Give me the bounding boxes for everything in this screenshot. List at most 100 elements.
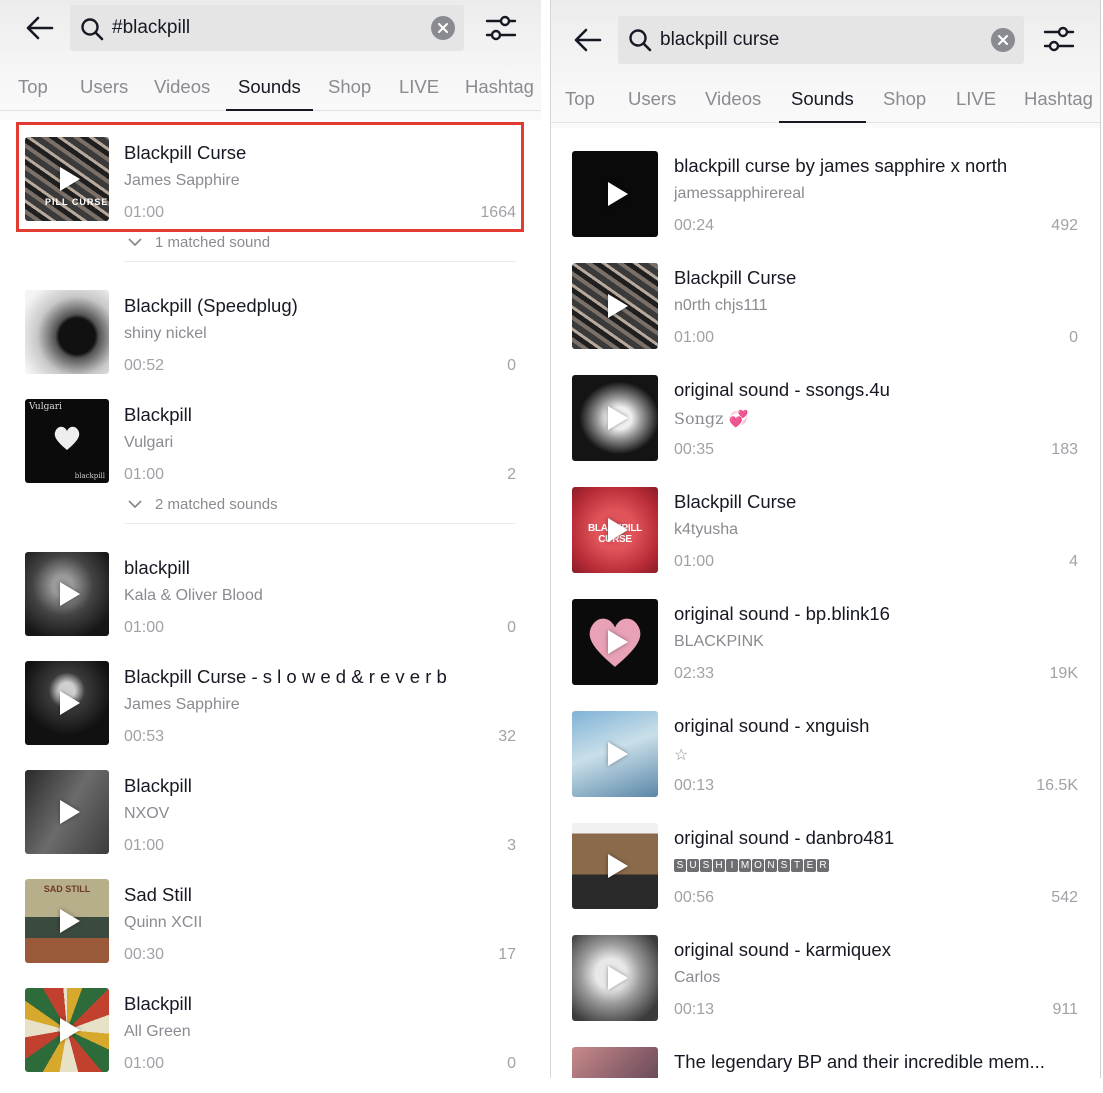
sound-item[interactable]: Blackpill NXOV 01:00 3 — [0, 770, 541, 882]
clear-search-button[interactable] — [991, 28, 1015, 52]
sound-duration: 00:13 — [674, 1001, 715, 1018]
sound-item[interactable]: Blackpill Curse n0rth chjs111 01:00 0 — [551, 263, 1100, 375]
play-icon[interactable] — [608, 854, 628, 878]
search-icon — [629, 29, 652, 52]
play-icon[interactable] — [60, 909, 80, 933]
sound-item[interactable]: blackpill Kala & Oliver Blood 01:00 0 — [0, 552, 541, 664]
result-tabs: Top Users Videos Sounds Shop LIVE Hashta… — [0, 70, 541, 111]
tab-videos[interactable]: Videos — [705, 82, 761, 122]
tab-top[interactable]: Top — [18, 70, 48, 110]
sound-item[interactable]: original sound - ssongs.4u Songz 💞 00:35… — [551, 375, 1100, 487]
tab-hashtag[interactable]: Hashtag — [1024, 82, 1093, 122]
play-icon[interactable] — [608, 294, 628, 318]
chevron-down-icon — [128, 238, 142, 247]
filter-sliders-icon[interactable] — [484, 11, 518, 45]
chevron-down-icon — [128, 500, 142, 509]
sound-item[interactable]: SAD STILL Sad Still Quinn XCII 00:30 17 — [0, 879, 541, 991]
sound-item[interactable]: original sound - xnguish ☆ 00:13 16.5K — [551, 711, 1100, 823]
sound-use-count: 542 — [1051, 889, 1078, 906]
sound-title: Sad Still — [124, 884, 192, 905]
sound-use-count: 183 — [1051, 441, 1078, 458]
tab-sounds[interactable]: Sounds — [779, 82, 866, 123]
sound-use-count: 19K — [1049, 665, 1078, 682]
sound-artist: jamessapphirereal — [674, 185, 805, 202]
play-icon[interactable] — [608, 518, 628, 542]
filter-sliders-icon[interactable] — [1042, 22, 1076, 56]
sound-cover: SAD STILL — [25, 879, 109, 963]
play-icon[interactable] — [608, 630, 628, 654]
sound-use-count: 911 — [1052, 1001, 1078, 1018]
sound-item[interactable]: PILL CURSE Blackpill Curse James Sapphir… — [0, 137, 541, 249]
tab-sounds[interactable]: Sounds — [226, 70, 313, 111]
sound-item[interactable]: BLACKPILL CURSE Blackpill Curse k4tyusha… — [551, 487, 1100, 599]
sound-use-count: 4 — [1069, 553, 1078, 570]
matched-sounds-toggle[interactable]: 2 matched sounds — [128, 496, 278, 513]
sound-duration: 01:00 — [124, 466, 165, 483]
back-button[interactable] — [570, 22, 606, 58]
sound-cover: PILL CURSE — [25, 137, 109, 221]
sound-item[interactable]: original sound - karmiquex Carlos 00:13 … — [551, 935, 1100, 1047]
back-button[interactable] — [22, 10, 58, 46]
clear-search-button[interactable] — [431, 16, 455, 40]
tab-live[interactable]: LIVE — [399, 70, 439, 110]
play-icon[interactable] — [60, 800, 80, 824]
back-arrow-icon — [574, 28, 602, 52]
tab-shop[interactable]: Shop — [328, 70, 371, 110]
sound-cover — [572, 263, 658, 349]
sound-item[interactable]: original sound - danbro481 SUSHIMONSTER … — [551, 823, 1100, 935]
sound-artist: Vulgari — [124, 434, 174, 451]
tab-live[interactable]: LIVE — [956, 82, 996, 122]
play-icon[interactable] — [608, 966, 628, 990]
play-icon[interactable] — [608, 742, 628, 766]
tab-top[interactable]: Top — [565, 82, 595, 122]
sound-item[interactable]: Blackpill (Speedplug) shiny nickel 00:52… — [0, 290, 541, 402]
badge-letter: T — [791, 859, 803, 872]
cover-text: blackpill — [74, 472, 105, 480]
sound-title: Blackpill Curse — [124, 142, 247, 163]
sound-title: Blackpill Curse — [674, 267, 797, 288]
search-input[interactable]: blackpill curse — [618, 16, 1024, 64]
tab-users[interactable]: Users — [628, 82, 676, 122]
sound-cover — [25, 552, 109, 636]
search-input[interactable]: #blackpill — [70, 5, 464, 51]
matched-sounds-toggle[interactable]: 1 matched sound — [128, 234, 270, 251]
tab-shop[interactable]: Shop — [883, 82, 926, 122]
sound-cover — [25, 661, 109, 745]
play-icon[interactable] — [608, 182, 628, 206]
sound-use-count: 492 — [1051, 217, 1078, 234]
cover-text: Vulgari — [29, 402, 62, 412]
play-icon[interactable] — [60, 1018, 80, 1042]
badge-letter: N — [765, 859, 777, 872]
play-icon[interactable] — [60, 167, 80, 191]
sound-cover: Vulgari blackpill — [25, 399, 109, 483]
play-icon[interactable] — [60, 582, 80, 606]
cover-text: PILL CURSE — [45, 197, 109, 207]
sound-artist: James Sapphire — [124, 696, 240, 713]
sound-cover — [572, 823, 658, 909]
sound-item[interactable]: blackpill curse by james sapphire x nort… — [551, 151, 1100, 263]
sound-cover — [572, 599, 658, 685]
sound-artist: Songz 💞 — [674, 409, 749, 428]
sound-duration: 00:13 — [674, 777, 715, 794]
tab-videos[interactable]: Videos — [154, 70, 210, 110]
tab-users[interactable]: Users — [80, 70, 128, 110]
sound-title: The legendary BP and their incredible me… — [674, 1051, 1045, 1072]
sound-use-count: 0 — [507, 357, 516, 374]
play-icon[interactable] — [608, 406, 628, 430]
tab-hashtag[interactable]: Hashtag — [465, 70, 534, 110]
play-icon[interactable] — [60, 691, 80, 715]
badge-letter: O — [752, 859, 764, 872]
sound-cover — [25, 988, 109, 1072]
badge-letter: M — [739, 859, 751, 872]
sound-item[interactable]: Blackpill All Green 01:00 0 — [0, 988, 541, 1093]
sound-title: Blackpill — [124, 404, 192, 425]
sound-item[interactable]: original sound - bp.blink16 BLACKPINK 02… — [551, 599, 1100, 711]
search-icon — [81, 18, 104, 41]
sound-item[interactable]: The legendary BP and their incredible me… — [551, 1047, 1100, 1078]
sound-use-count: 16.5K — [1036, 777, 1078, 794]
sound-title: Blackpill — [124, 993, 192, 1014]
sound-use-count: 32 — [498, 728, 516, 745]
sound-item[interactable]: Blackpill Curse - s l o w e d & r e v e … — [0, 661, 541, 773]
sound-artist: ☆ — [674, 747, 689, 764]
sound-item[interactable]: Vulgari blackpill Blackpill Vulgari 01:0… — [0, 399, 541, 511]
